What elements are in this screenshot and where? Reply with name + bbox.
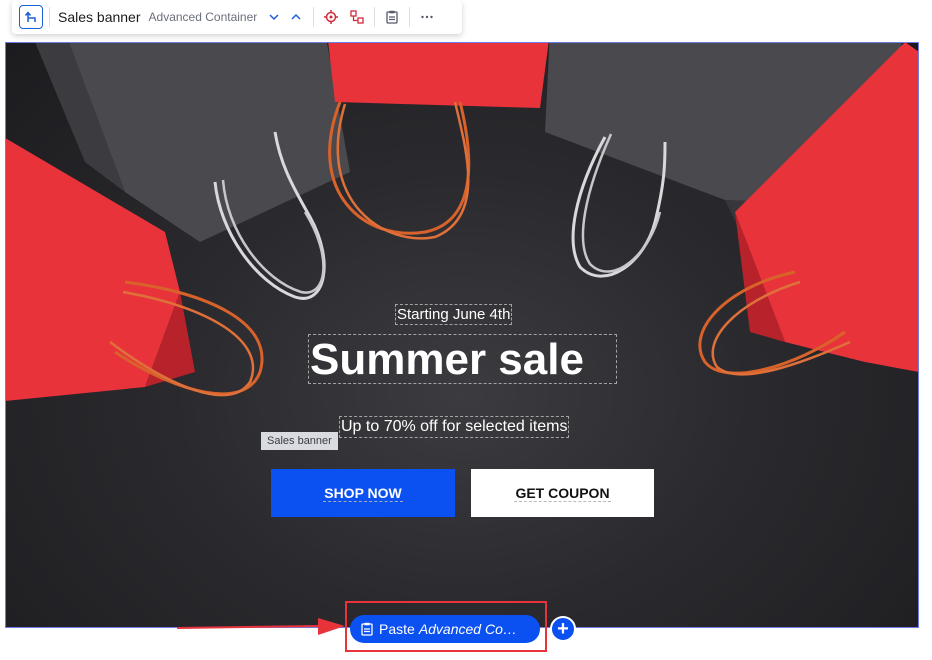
plus-icon: + — [557, 618, 569, 640]
shop-now-button[interactable]: SHOP NOW — [271, 469, 455, 517]
toolbar-element-type: Advanced Container — [148, 10, 258, 24]
structure-icon — [350, 10, 364, 24]
shop-now-label: SHOP NOW — [323, 484, 403, 502]
annotation-highlight-box — [345, 601, 547, 652]
element-toolbar: Sales banner Advanced Container — [12, 0, 462, 34]
element-label-tag: Sales banner — [261, 432, 338, 450]
structure-button[interactable] — [346, 6, 368, 28]
headline-heading[interactable]: Summer sale — [308, 334, 617, 384]
paste-icon — [386, 10, 398, 24]
eyebrow-text[interactable]: Starting June 4th — [394, 304, 513, 325]
more-options-button[interactable] — [416, 6, 438, 28]
previous-element-button[interactable] — [285, 6, 307, 28]
chevron-down-icon — [269, 14, 279, 21]
select-parent-button[interactable] — [19, 5, 43, 29]
editor-canvas: Starting June 4th Summer sale Up to 70% … — [0, 0, 932, 660]
annotation-arrow-icon — [176, 618, 345, 635]
toolbar-divider — [49, 7, 50, 27]
next-element-button[interactable] — [263, 6, 285, 28]
target-icon — [324, 10, 339, 24]
select-parent-icon — [24, 11, 36, 22]
more-icon — [421, 15, 433, 19]
subline-text[interactable]: Up to 70% off for selected items — [338, 416, 570, 438]
get-coupon-button[interactable]: GET COUPON — [471, 469, 654, 517]
get-coupon-label: GET COUPON — [514, 484, 611, 502]
add-element-button[interactable]: + — [550, 616, 576, 642]
toolbar-divider — [374, 7, 376, 27]
locate-element-button[interactable] — [320, 6, 342, 28]
toolbar-element-title[interactable]: Sales banner — [58, 9, 141, 25]
chevron-up-icon — [291, 13, 301, 20]
paste-style-button[interactable] — [381, 6, 403, 28]
toolbar-divider — [313, 7, 315, 27]
toolbar-divider — [409, 7, 411, 27]
